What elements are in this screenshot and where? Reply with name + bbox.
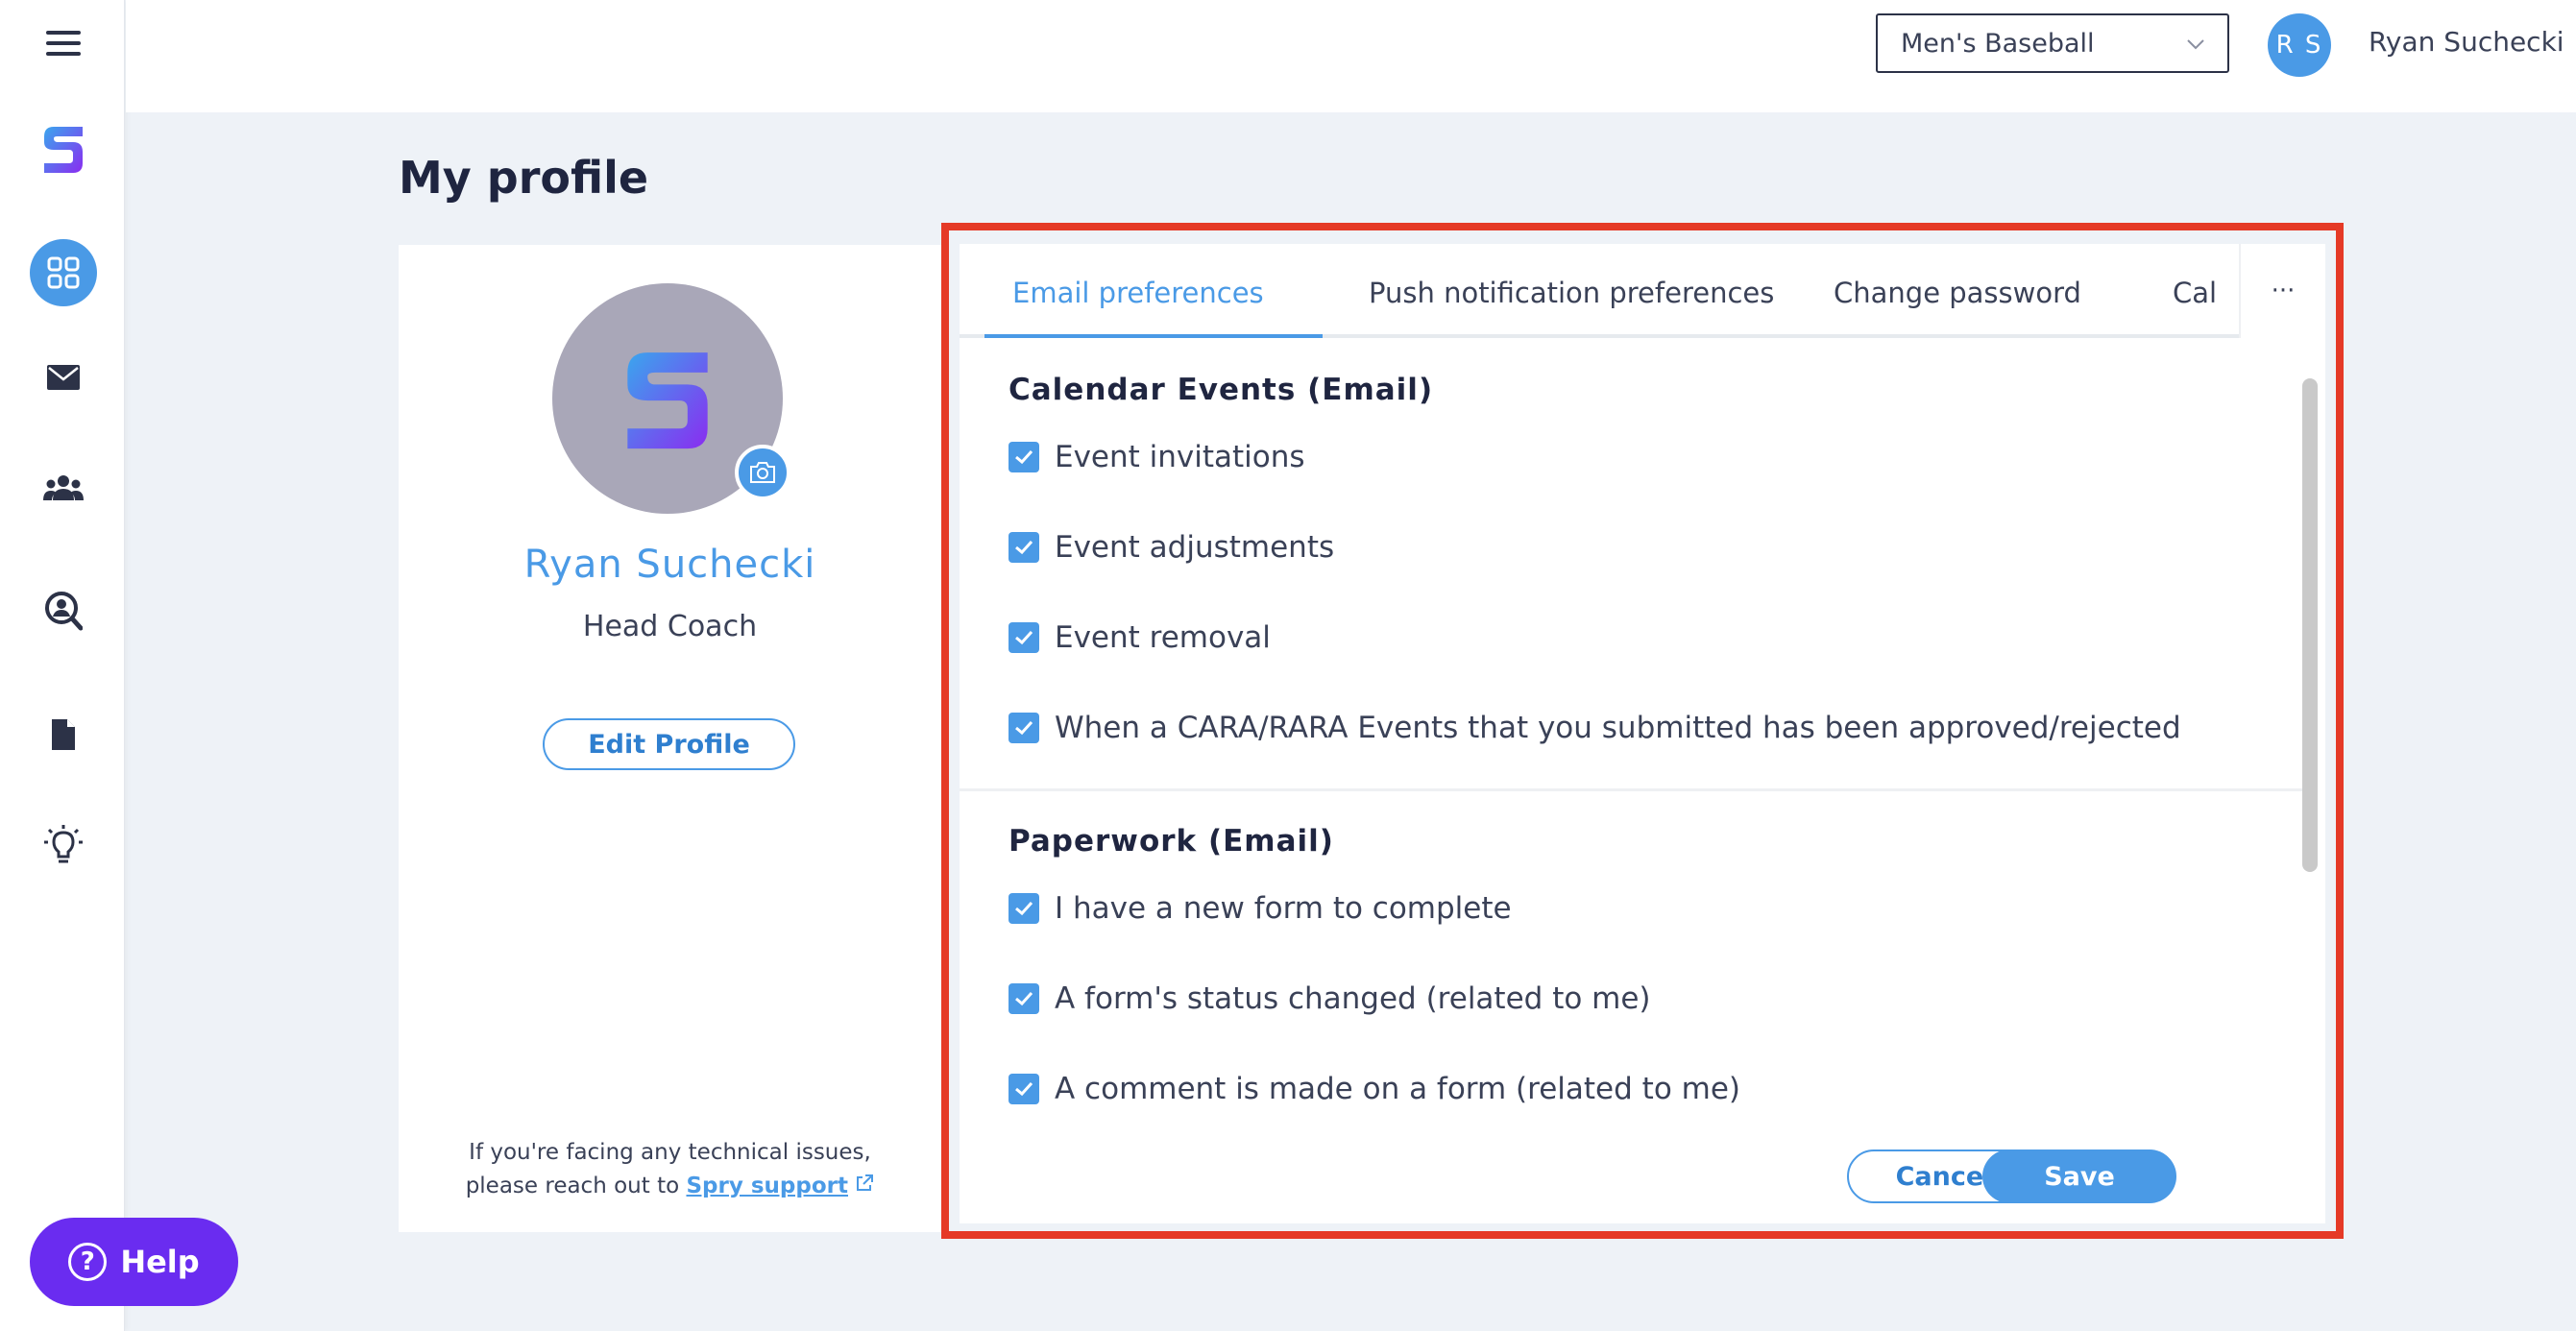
sidebar-item-recruiting[interactable] [30, 577, 97, 644]
change-photo-button[interactable] [735, 445, 790, 500]
checkbox-label: Event adjustments [1055, 530, 1335, 565]
checkbox-cara-rara-approval[interactable]: When a CARA/RARA Events that you submitt… [1009, 711, 2181, 745]
tab-bar: Email preferences Push notification pref… [960, 244, 2325, 338]
tab-change-password[interactable]: Change password [1834, 277, 2081, 309]
chevron-down-icon [2187, 39, 2204, 50]
external-link-icon [857, 1174, 874, 1191]
checkbox-event-removal[interactable]: Event removal [1009, 620, 1271, 655]
checkbox-label: A comment is made on a form (related to … [1055, 1072, 1740, 1106]
envelope-icon [47, 365, 80, 390]
checkbox-checked-icon [1009, 893, 1039, 924]
tab-calendar[interactable]: Cal [2173, 277, 2217, 309]
preferences-card: Email preferences Push notification pref… [960, 244, 2325, 1223]
checkbox-label: When a CARA/RARA Events that you submitt… [1055, 711, 2181, 745]
section-divider [960, 788, 2304, 791]
active-tab-indicator [984, 334, 1323, 338]
profile-card: Ryan Suchecki Head Coach Edit Profile If… [399, 245, 941, 1232]
spry-logo-avatar [627, 352, 708, 449]
person-search-icon [45, 592, 83, 631]
checkbox-event-invitations[interactable]: Event invitations [1009, 440, 1305, 474]
checkbox-label: A form's status changed (related to me) [1055, 981, 1651, 1016]
checkbox-label: Event invitations [1055, 440, 1305, 474]
scrollbar[interactable] [2302, 378, 2318, 872]
sidebar-item-team[interactable] [30, 454, 97, 521]
checkbox-event-adjustments[interactable]: Event adjustments [1009, 530, 1334, 565]
profile-role: Head Coach [582, 610, 758, 643]
page-title: My profile [399, 152, 649, 204]
sidebar-item-dashboard[interactable] [30, 239, 97, 306]
section-title-paperwork: Paperwork (Email) [1009, 824, 1334, 859]
document-icon [52, 719, 75, 750]
tab-email-preferences[interactable]: Email preferences [1012, 277, 1264, 309]
sidebar-item-paperwork[interactable] [30, 701, 97, 768]
grid-icon [47, 256, 80, 289]
checkbox-checked-icon [1009, 713, 1039, 743]
sidebar-item-messages[interactable] [30, 344, 97, 411]
spry-support-link[interactable]: Spry support [686, 1174, 848, 1198]
avatar[interactable]: R S [2268, 13, 2331, 77]
support-line-2: please reach out to Spry support [399, 1170, 941, 1203]
preferences-panel: Email preferences Push notification pref… [941, 223, 2344, 1239]
spry-logo[interactable] [30, 115, 97, 182]
preferences-list[interactable]: Calendar Events (Email) Event invitation… [960, 361, 2325, 1110]
sidebar [0, 0, 125, 1331]
team-select[interactable]: Men's Baseball [1876, 13, 2229, 73]
support-line-1: If you're facing any technical issues, [469, 1140, 871, 1165]
checkbox-new-form[interactable]: I have a new form to complete [1009, 891, 1512, 926]
checkbox-checked-icon [1009, 983, 1039, 1014]
user-name[interactable]: Ryan Suchecki [2369, 26, 2564, 58]
help-label: Help [120, 1244, 200, 1280]
help-button[interactable]: ? Help [30, 1218, 238, 1306]
checkbox-form-comment[interactable]: A comment is made on a form (related to … [1009, 1072, 1740, 1106]
checkbox-checked-icon [1009, 622, 1039, 653]
tab-push-notification-preferences[interactable]: Push notification preferences [1369, 277, 1774, 309]
more-tabs-button[interactable]: ··· [2239, 244, 2325, 338]
checkbox-checked-icon [1009, 1074, 1039, 1104]
checkbox-checked-icon [1009, 442, 1039, 472]
sidebar-item-ideas[interactable] [30, 812, 97, 880]
hamburger-icon[interactable] [30, 10, 97, 77]
profile-name: Ryan Suchecki [523, 543, 816, 587]
checkbox-label: Event removal [1055, 620, 1271, 655]
question-icon: ? [68, 1243, 108, 1281]
team-select-value: Men's Baseball [1901, 28, 2095, 59]
support-line-2-text: please reach out to [465, 1174, 680, 1198]
section-title-calendar: Calendar Events (Email) [1009, 373, 1434, 407]
camera-icon [750, 462, 775, 483]
save-button[interactable]: Save [1982, 1150, 2176, 1203]
edit-profile-button[interactable]: Edit Profile [543, 718, 795, 770]
lightbulb-icon [44, 825, 83, 863]
checkbox-label: I have a new form to complete [1055, 891, 1512, 926]
checkbox-checked-icon [1009, 532, 1039, 563]
people-icon [43, 475, 84, 500]
checkbox-form-status-changed[interactable]: A form's status changed (related to me) [1009, 981, 1651, 1016]
support-note: If you're facing any technical issues, p… [399, 1136, 941, 1203]
